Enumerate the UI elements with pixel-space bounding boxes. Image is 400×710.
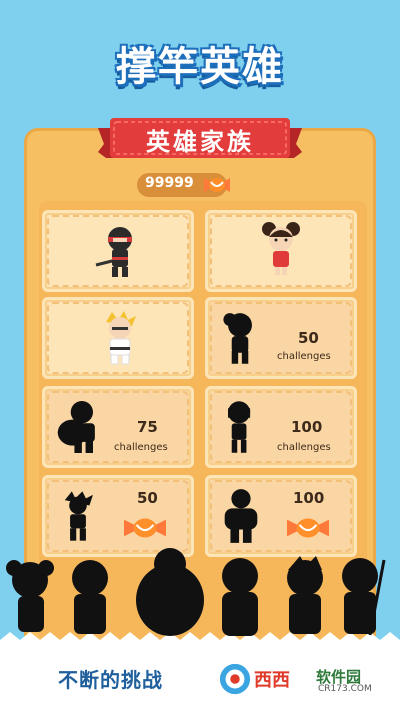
coin-value: 99999 (145, 175, 194, 191)
site-watermark: 西西 软件园 CR173.COM (214, 660, 400, 700)
watermark-text: 西西 (254, 670, 290, 691)
unlock-requirement-value: 50 (137, 489, 158, 507)
candy-icon (204, 178, 230, 192)
girl-hero-icon (262, 222, 300, 275)
game-title: 撑竿英雄 (116, 44, 284, 90)
hero-card-locked-100-challenges[interactable]: 100 challenges (205, 386, 357, 468)
game-title-logo: 撑竿英雄 (100, 28, 300, 98)
unlock-requirement-value: 75 (137, 418, 158, 436)
unlock-requirement-value: 50 (298, 329, 319, 347)
unlock-requirement-label: challenges (277, 442, 331, 453)
hero-card-locked-75-challenges[interactable]: 75 challenges (42, 386, 194, 468)
hero-card-girl[interactable] (205, 210, 357, 292)
unlock-requirement-value: 100 (293, 489, 325, 507)
locked-hero-silhouette-icon (223, 313, 252, 364)
watermark-url: CR173.COM (318, 684, 372, 694)
hero-family-banner: 英雄家族 (98, 114, 302, 164)
locked-hero-silhouette-icon (228, 401, 251, 453)
unlock-requirement-label: challenges (114, 442, 168, 453)
hero-card-karate[interactable] (42, 297, 194, 379)
ninja-hero-icon (95, 227, 132, 277)
hero-silhouettes-illustration (0, 548, 400, 650)
hero-card-ninja[interactable] (42, 210, 194, 292)
candy-icon (124, 518, 166, 538)
candy-icon (287, 518, 329, 538)
unlock-requirement-value: 100 (291, 418, 323, 436)
watermark-logo-icon (219, 663, 251, 695)
hero-card-locked-50-challenges[interactable]: 50 challenges (205, 297, 357, 379)
footer-slogan: 不断的挑战 (58, 668, 163, 692)
locked-hero-silhouette-icon (57, 401, 95, 453)
karate-hero-icon (106, 311, 136, 365)
banner-title: 英雄家族 (146, 127, 254, 156)
unlock-requirement-label: challenges (277, 351, 331, 362)
